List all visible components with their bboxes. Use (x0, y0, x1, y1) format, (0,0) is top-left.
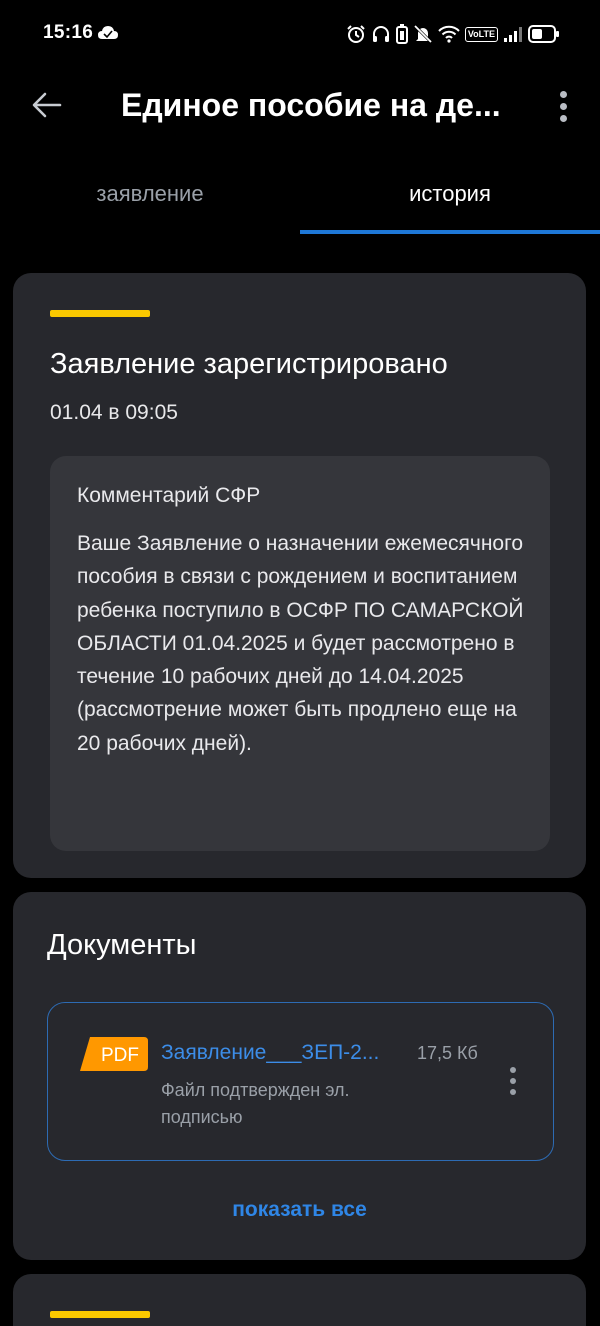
page-title: Единое пособие на де... (121, 87, 501, 123)
document-item[interactable]: PDF Заявление___ЗЕП-2... 17,5 Кб Файл по… (47, 1002, 554, 1161)
volte-icon: VoLTE (464, 26, 498, 42)
arrow-left-icon (32, 92, 62, 118)
pdf-badge-label: PDF (101, 1045, 139, 1066)
status-date: 01.04 в 09:05 (50, 401, 178, 424)
app-bar: Единое пособие на де... (0, 68, 600, 148)
back-button[interactable] (28, 86, 66, 124)
document-size: 17,5 Кб (417, 1043, 478, 1063)
next-status-card (13, 1274, 586, 1326)
tab-bar: заявление история (0, 160, 600, 234)
status-accent-bar (50, 310, 150, 317)
status-title: Заявление зарегистрировано (50, 348, 448, 380)
status-icons: VoLTE (346, 22, 560, 46)
documents-title: Документы (47, 929, 197, 961)
document-name[interactable]: Заявление___ЗЕП-2... (161, 1041, 379, 1065)
comment-box: Комментарий СФР Ваше Заявление о назначе… (50, 456, 550, 851)
more-vertical-icon (510, 1067, 516, 1073)
status-card: Заявление зарегистрировано 01.04 в 09:05… (13, 273, 586, 878)
more-vertical-icon (559, 90, 567, 98)
more-dot (510, 1078, 516, 1084)
comment-title: Комментарий СФР (77, 484, 261, 507)
mute-icon (413, 24, 433, 44)
status-bar: 15:16 VoLTE (0, 0, 600, 68)
documents-card: Документы PDF Заявление___ЗЕП-2... 17,5 … (13, 892, 586, 1260)
tab-history[interactable]: история (300, 160, 600, 234)
tab-application[interactable]: заявление (0, 160, 300, 234)
more-dot (559, 102, 567, 110)
more-dot (510, 1089, 516, 1095)
more-options-button[interactable] (549, 86, 577, 126)
signal-icon (503, 25, 523, 43)
pdf-icon: PDF (80, 1037, 148, 1071)
alarm-icon (346, 24, 366, 44)
tab-active-indicator (300, 230, 600, 234)
battery-icon (528, 25, 560, 43)
status-accent-bar (50, 1311, 150, 1318)
status-time: 15:16 (43, 22, 94, 43)
document-signature-status: Файл подтвержден эл. подписью (161, 1080, 350, 1127)
battery-saver-icon (395, 24, 408, 44)
cloud-icon (98, 25, 118, 46)
document-more-button[interactable] (500, 1063, 526, 1099)
show-all-link[interactable]: показать все (13, 1198, 586, 1222)
comment-text: Ваше Заявление о назначении ежемесячного… (77, 532, 524, 755)
wifi-icon (438, 24, 460, 44)
more-dot (559, 114, 567, 122)
headphones-icon (371, 24, 391, 44)
